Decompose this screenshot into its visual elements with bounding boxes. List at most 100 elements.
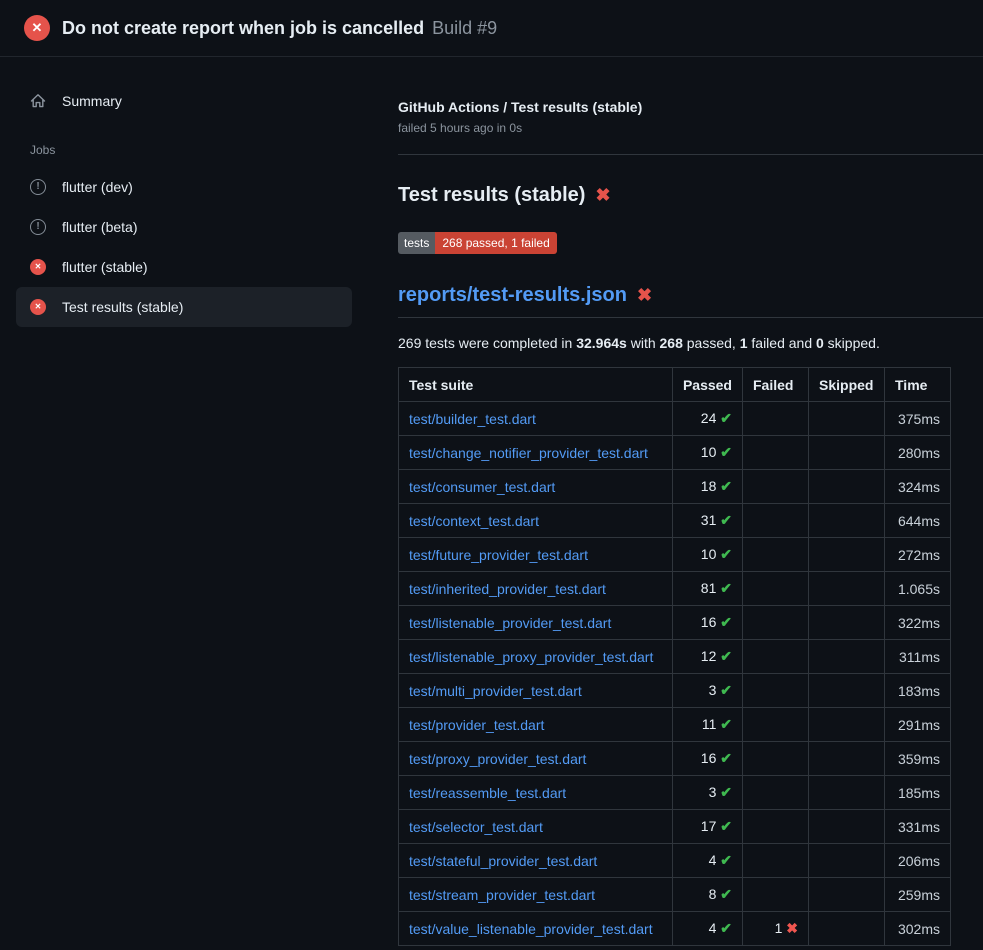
test-suite-link[interactable]: test/stateful_provider_test.dart bbox=[409, 853, 597, 869]
sidebar-item-label: Summary bbox=[62, 93, 122, 109]
failed-cell bbox=[743, 810, 809, 844]
test-suite-cell: test/consumer_test.dart bbox=[399, 470, 673, 504]
table-row: test/listenable_proxy_provider_test.dart… bbox=[399, 640, 951, 674]
failed-cell bbox=[743, 504, 809, 538]
sidebar-item-test-results-stable[interactable]: Test results (stable) bbox=[16, 287, 352, 327]
sidebar-item-flutter-beta[interactable]: flutter (beta) bbox=[16, 207, 352, 247]
test-suite-link[interactable]: test/listenable_provider_test.dart bbox=[409, 615, 611, 631]
test-suite-cell: test/stream_provider_test.dart bbox=[399, 878, 673, 912]
passed-cell: 17 ✔ bbox=[672, 810, 742, 844]
test-suite-link[interactable]: test/builder_test.dart bbox=[409, 411, 536, 427]
failed-cell bbox=[743, 674, 809, 708]
run-build-number: Build #9 bbox=[432, 18, 497, 39]
test-suite-cell: test/context_test.dart bbox=[399, 504, 673, 538]
failed-status-icon bbox=[30, 299, 46, 315]
table-row: test/provider_test.dart11 ✔291ms bbox=[399, 708, 951, 742]
warning-icon bbox=[30, 219, 46, 235]
table-row: test/listenable_provider_test.dart16 ✔32… bbox=[399, 606, 951, 640]
test-suite-link[interactable]: test/future_provider_test.dart bbox=[409, 547, 588, 563]
report-heading: reports/test-results.json bbox=[398, 284, 983, 318]
summary-text: failed and bbox=[748, 335, 817, 351]
table-row: test/proxy_provider_test.dart 16 ✔ 359ms bbox=[399, 742, 951, 776]
failed-status-icon bbox=[24, 15, 50, 41]
table-row: test/consumer_test.dart 18 ✔ 324ms bbox=[399, 470, 951, 504]
divider bbox=[398, 154, 983, 155]
passed-cell: 18 ✔ bbox=[672, 470, 742, 504]
summary-duration: 32.964s bbox=[576, 335, 627, 351]
passed-cell: 10 ✔ bbox=[672, 436, 742, 470]
check-icon: ✔ bbox=[720, 410, 732, 426]
sidebar-item-label: flutter (beta) bbox=[62, 219, 137, 235]
skipped-cell bbox=[809, 606, 885, 640]
summary-text: skipped. bbox=[824, 335, 880, 351]
passed-cell: 4 ✔ bbox=[672, 844, 742, 878]
warning-icon bbox=[30, 179, 46, 195]
run-title: Do not create report when job is cancell… bbox=[62, 18, 424, 39]
test-suite-link[interactable]: test/inherited_provider_test.dart bbox=[409, 581, 606, 597]
sidebar-item-summary[interactable]: Summary bbox=[16, 81, 352, 121]
failed-cell bbox=[743, 606, 809, 640]
test-suite-cell: test/builder_test.dart bbox=[399, 402, 673, 436]
section-heading: Test results (stable) bbox=[398, 184, 983, 207]
main-content: GitHub Actions / Test results (stable) f… bbox=[368, 57, 983, 946]
summary-passed-count: 268 bbox=[660, 335, 683, 351]
skipped-cell bbox=[809, 538, 885, 572]
sidebar-item-flutter-stable[interactable]: flutter (stable) bbox=[16, 247, 352, 287]
badge-label: tests bbox=[398, 232, 435, 254]
table-row: test/stream_provider_test.dart 8 ✔ 259ms bbox=[399, 878, 951, 912]
test-suite-link[interactable]: test/reassemble_test.dart bbox=[409, 785, 566, 801]
time-cell: 375ms bbox=[885, 402, 951, 436]
test-suite-link[interactable]: test/stream_provider_test.dart bbox=[409, 887, 595, 903]
time-cell: 183ms bbox=[885, 674, 951, 708]
test-suite-link[interactable]: test/consumer_test.dart bbox=[409, 479, 555, 495]
skipped-cell bbox=[809, 776, 885, 810]
summary-failed-count: 1 bbox=[740, 335, 748, 351]
test-suite-cell: test/proxy_provider_test.dart bbox=[399, 742, 673, 776]
skipped-cell bbox=[809, 912, 885, 946]
passed-cell: 16 ✔ bbox=[672, 742, 742, 776]
sidebar-item-flutter-dev[interactable]: flutter (dev) bbox=[16, 167, 352, 207]
time-cell: 311ms bbox=[885, 640, 951, 674]
cross-mark-icon bbox=[637, 284, 652, 307]
table-row: test/future_provider_test.dart10 ✔272ms bbox=[399, 538, 951, 572]
time-cell: 259ms bbox=[885, 878, 951, 912]
failed-cell bbox=[743, 844, 809, 878]
check-icon: ✔ bbox=[720, 716, 732, 732]
time-cell: 322ms bbox=[885, 606, 951, 640]
col-header-skipped: Skipped bbox=[809, 368, 885, 402]
summary-text: with bbox=[627, 335, 660, 351]
time-cell: 302ms bbox=[885, 912, 951, 946]
report-link[interactable]: reports/test-results.json bbox=[398, 284, 627, 307]
test-suite-link[interactable]: test/change_notifier_provider_test.dart bbox=[409, 445, 648, 461]
test-suite-link[interactable]: test/multi_provider_test.dart bbox=[409, 683, 582, 699]
check-icon: ✔ bbox=[720, 682, 732, 698]
test-suite-link[interactable]: test/provider_test.dart bbox=[409, 717, 544, 733]
table-row: test/stateful_provider_test.dart4 ✔206ms bbox=[399, 844, 951, 878]
test-suite-link[interactable]: test/context_test.dart bbox=[409, 513, 539, 529]
passed-cell: 3 ✔ bbox=[672, 674, 742, 708]
results-table: Test suite Passed Failed Skipped Time te… bbox=[398, 367, 951, 946]
test-suite-cell: test/change_notifier_provider_test.dart bbox=[399, 436, 673, 470]
failed-cell bbox=[743, 402, 809, 436]
table-row: test/multi_provider_test.dart 3 ✔ 183ms bbox=[399, 674, 951, 708]
summary-text: passed, bbox=[683, 335, 740, 351]
passed-cell: 3 ✔ bbox=[672, 776, 742, 810]
table-row: test/inherited_provider_test.dart81 ✔1.0… bbox=[399, 572, 951, 606]
check-icon: ✔ bbox=[720, 444, 732, 460]
summary-skipped-count: 0 bbox=[816, 335, 824, 351]
time-cell: 359ms bbox=[885, 742, 951, 776]
run-header: Do not create report when job is cancell… bbox=[0, 0, 983, 57]
skipped-cell bbox=[809, 436, 885, 470]
test-suite-link[interactable]: test/listenable_proxy_provider_test.dart bbox=[409, 649, 653, 665]
failed-cell bbox=[743, 878, 809, 912]
run-meta: failed 5 hours ago in 0s bbox=[398, 121, 983, 135]
sidebar-item-label: flutter (dev) bbox=[62, 179, 133, 195]
passed-cell: 8 ✔ bbox=[672, 878, 742, 912]
time-cell: 324ms bbox=[885, 470, 951, 504]
breadcrumb: GitHub Actions / Test results (stable) bbox=[398, 99, 983, 115]
test-suite-link[interactable]: test/proxy_provider_test.dart bbox=[409, 751, 586, 767]
section-title: Test results (stable) bbox=[398, 184, 585, 207]
test-suite-link[interactable]: test/selector_test.dart bbox=[409, 819, 543, 835]
test-suite-link[interactable]: test/value_listenable_provider_test.dart bbox=[409, 921, 653, 937]
passed-cell: 81 ✔ bbox=[672, 572, 742, 606]
